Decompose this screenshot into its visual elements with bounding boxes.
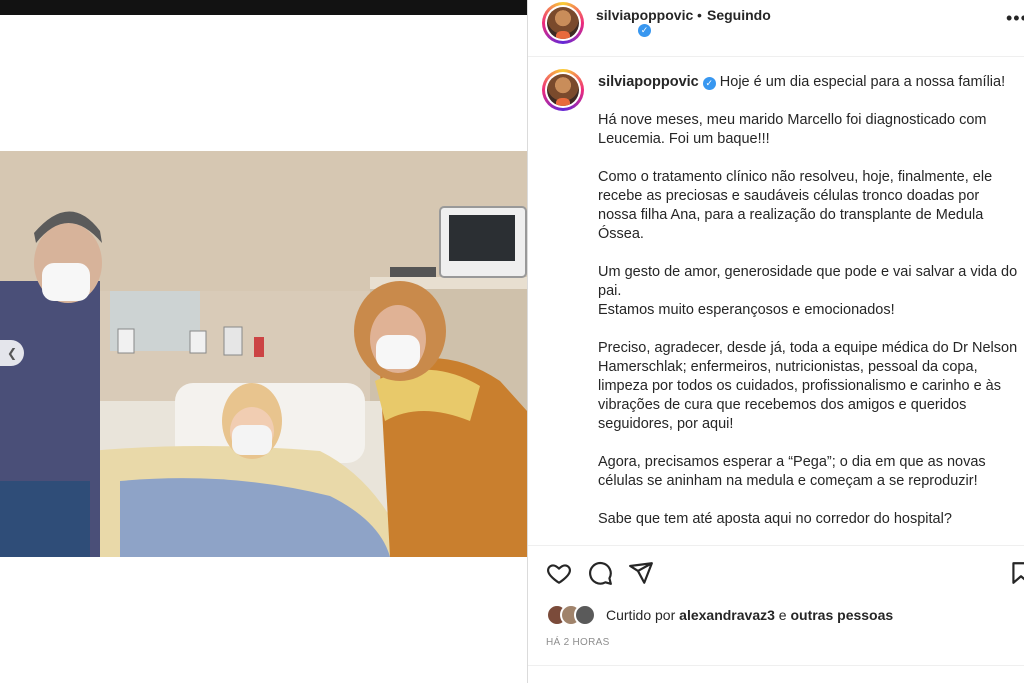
likes-text: Curtido por alexandravaz3 e outras pesso… (606, 607, 894, 623)
liker-username-link[interactable]: alexandravaz3 (679, 607, 775, 623)
other-likers-link[interactable]: outras pessoas (790, 607, 893, 623)
caption-paragraph: Um gesto de amor, generosidade que pode … (598, 264, 1018, 299)
avatar[interactable] (542, 2, 584, 44)
likes-summary: Curtido por alexandravaz3 e outras pesso… (546, 604, 893, 626)
hospital-photo-illustration (0, 151, 527, 557)
follow-status-button[interactable]: Seguindo (707, 7, 771, 23)
comment-icon[interactable] (587, 560, 613, 586)
header-username[interactable]: silviapoppovic (596, 7, 693, 23)
more-options-icon[interactable]: ••• (1006, 8, 1024, 29)
liker-avatars (546, 604, 602, 626)
caption-paragraph: Agora, precisamos esperar a “Pega”; o di… (598, 454, 986, 489)
caption-username[interactable]: silviapoppovic (598, 74, 699, 90)
post-side-panel: silviapoppovic • Seguindo ✓ ••• silviapo… (527, 0, 1024, 683)
top-bar (0, 0, 527, 15)
post-media-pane: ❮ (0, 0, 527, 683)
caption-paragraph: Há nove meses, meu marido Marcello foi d… (598, 112, 987, 147)
heart-icon[interactable] (546, 560, 572, 586)
caption-paragraph: Sabe que tem até aposta aqui no corredor… (598, 511, 952, 527)
caption-paragraph: Estamos muito esperançosos e emocionados… (598, 302, 895, 318)
caption-avatar[interactable] (542, 69, 584, 111)
caption-first-line: Hoje é um dia especial para a nossa famí… (719, 74, 1006, 90)
chevron-left-icon: ❮ (6, 346, 18, 360)
divider (528, 545, 1024, 546)
verified-badge-icon: ✓ (702, 77, 716, 90)
avatar[interactable] (574, 604, 596, 626)
bookmark-icon[interactable] (1008, 560, 1024, 586)
verified-badge-icon: ✓ (638, 24, 651, 37)
caption-paragraph: Preciso, agradecer, desde já, toda a equ… (598, 340, 1018, 432)
post-photo[interactable] (0, 151, 527, 557)
divider (528, 665, 1024, 666)
post-caption: silviapoppovic ✓ Hoje é um dia especial … (598, 73, 1018, 545)
post-timestamp[interactable]: HÁ 2 HORAS (546, 637, 610, 648)
paper-plane-icon[interactable] (628, 560, 654, 586)
separator-dot: • (697, 7, 702, 23)
caption-paragraph: Como o tratamento clínico não resolveu, … (598, 169, 993, 242)
post-header: silviapoppovic • Seguindo ✓ ••• (528, 0, 1024, 57)
